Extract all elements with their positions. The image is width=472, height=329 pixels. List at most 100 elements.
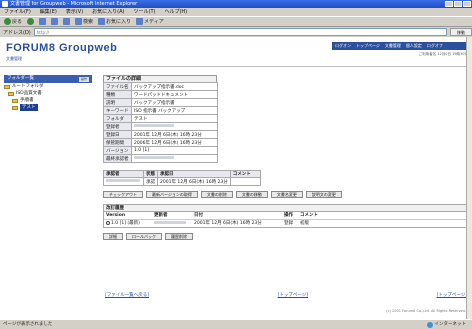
menu-tools[interactable]: ツール(T) <box>134 8 156 16</box>
delete-history-button[interactable]: 履歴削除 <box>165 233 193 240</box>
history-detail-button[interactable]: 詳細 <box>103 233 123 240</box>
delete-doc-button[interactable]: 文書の削除 <box>200 191 233 198</box>
search-icon <box>75 18 83 25</box>
approval-header-approver: 承認者 <box>103 170 144 178</box>
status-bar: ページが表示されました インターネット <box>0 319 472 329</box>
history-comment: 初版 <box>298 218 466 227</box>
nav-logon[interactable]: ログオン <box>335 42 351 50</box>
home-button[interactable] <box>63 18 71 25</box>
detail-label: ファイル名 <box>103 82 132 91</box>
copyright: (c) 2001 Forum8 Co.,Ltd. All Rights Rese… <box>386 309 466 313</box>
globe-icon <box>426 322 433 328</box>
redacted-name <box>154 220 186 224</box>
vertical-scrollbar[interactable] <box>466 37 472 319</box>
detail-value <box>131 154 218 163</box>
detail-table: ファイル名 バックアップ指示書.doc 種類 ワードパッドドキュメント 説明 バックアップ… <box>103 82 218 163</box>
detail-row: 最終承認者 <box>103 154 218 163</box>
history-header-date: 日付 <box>194 213 203 219</box>
detail-value: ISO 指示書 バックアップ <box>131 106 218 115</box>
redacted-name <box>134 124 174 127</box>
folder-procedures[interactable]: 手順書 <box>4 97 92 104</box>
history-date: 2001年 12月 6日(木) 16時 23分 <box>192 218 282 227</box>
address-input[interactable]: http:// <box>33 28 447 36</box>
app-brand: FORUM8 Groupweb <box>6 42 118 54</box>
history-row[interactable]: 1.0 [1] (最新) 2001年 12月 6日(木) 16時 23分 登録 … <box>104 218 466 227</box>
folder-iso[interactable]: ISO品質文書 <box>4 90 92 97</box>
detail-label: キーワード <box>103 106 132 115</box>
approval-approver <box>103 177 144 186</box>
minimize-button[interactable] <box>445 1 453 7</box>
history-version[interactable]: 1.0 [1] (最新) <box>104 218 152 227</box>
media-button[interactable]: メディア <box>136 18 164 25</box>
detail-label: 登録日 <box>103 130 132 139</box>
search-button[interactable]: 検索 <box>75 18 93 25</box>
menu-view[interactable]: 表示(V) <box>66 8 83 16</box>
detail-value: 2001年 12月 6日(木) 16時 23分 <box>131 130 218 139</box>
detail-value: テスト <box>131 114 218 123</box>
folder-icon <box>8 91 14 96</box>
top-page-link-right[interactable]: [トップページ] <box>437 292 467 298</box>
refresh-button[interactable] <box>51 18 59 25</box>
nav-docs[interactable]: 文書管理 <box>385 42 401 50</box>
nav-settings[interactable]: 個人設定 <box>406 42 422 50</box>
folder-ops-button[interactable]: 操作 <box>79 76 89 82</box>
rename-doc-button[interactable]: 文書名変更 <box>270 191 303 198</box>
detail-row: 登録者 <box>103 122 218 131</box>
menu-favorites[interactable]: お気に入り(A) <box>92 8 124 16</box>
detail-label: 説明 <box>103 98 132 107</box>
detail-row: キーワード ISO 指示書 バックアップ <box>103 106 218 115</box>
detail-label: バージョン <box>103 146 132 155</box>
approval-table: 承認者 状態 承認日 コメント 承認 2001年 12月 6日(木) 16時 2… <box>103 170 261 186</box>
favorites-button[interactable]: お気に入り <box>98 18 131 25</box>
detail-row: 種類 ワードパッドドキュメント <box>103 90 218 99</box>
top-nav: ログオン トップページ 文書管理 個人設定 ログオフ <box>332 42 472 50</box>
history-op: 登録 <box>282 218 298 227</box>
move-doc-button[interactable]: 文書の移動 <box>235 191 268 198</box>
edit-desc-button[interactable]: 説明文の変更 <box>305 191 342 198</box>
folder-sidebar: フォルダ一覧 操作 ルートフォルダ ISO品質文書 手順書 テスト <box>4 75 92 111</box>
detail-label: 登録者 <box>103 122 132 131</box>
approval-header-date: 承認日 <box>157 170 231 178</box>
menubar: ファイル(F) 編集(E) 表示(V) お気に入り(A) ツール(T) ヘルプ(… <box>0 8 472 16</box>
action-buttons: チェックアウト 最新バージョンの取得 文書の削除 文書の移動 文書名変更 説明文… <box>103 191 467 198</box>
revision-history: 改訂履歴 Version 更新者 日付 操作 コメント 1.0 [1] (最新)… <box>103 204 467 228</box>
menu-file[interactable]: ファイル(F) <box>4 8 31 16</box>
menu-edit[interactable]: 編集(E) <box>40 8 57 16</box>
folder-list-header: フォルダ一覧 操作 <box>4 75 92 83</box>
maximize-button[interactable] <box>454 1 462 7</box>
detail-label: 保管期間 <box>103 138 132 147</box>
go-button[interactable]: 移動 <box>450 28 472 36</box>
detail-value: ワードパッドドキュメント <box>131 90 218 99</box>
menu-help[interactable]: ヘルプ(H) <box>164 8 187 16</box>
close-button[interactable] <box>463 1 471 7</box>
address-label: アドレス(D) <box>3 29 31 36</box>
forward-button[interactable] <box>27 18 35 25</box>
back-arrow-icon <box>4 18 11 25</box>
folder-root[interactable]: ルートフォルダ <box>4 83 92 90</box>
rollback-button[interactable]: ロールバック <box>126 233 162 240</box>
main-panel: ファイルの詳細 ファイル名 バックアップ指示書.doc 種類 ワードパッドドキュメント… <box>103 75 467 240</box>
back-to-list-link[interactable]: [ファイル一覧へ戻る] <box>105 292 149 298</box>
star-icon <box>98 18 106 25</box>
security-zone: インターネット <box>426 320 466 329</box>
approval-status: 承認 <box>143 177 158 186</box>
user-info: ご利用者名 12月0日 19時30分 <box>418 52 468 56</box>
nav-top[interactable]: トップページ <box>356 42 380 50</box>
address-bar: アドレス(D) http:// 移動 <box>0 27 472 37</box>
app-header: FORUM8 Groupweb 文書管理 ログオン トップページ 文書管理 個人… <box>0 37 472 67</box>
footer-links: [ファイル一覧へ戻る] [トップページ] [トップページ] <box>105 292 467 298</box>
checkout-button[interactable]: チェックアウト <box>103 191 143 198</box>
window-title: 文書管理 for Groupweb - Microsoft Internet E… <box>10 1 138 7</box>
top-page-link[interactable]: [トップページ] <box>278 292 308 298</box>
home-icon <box>63 18 71 25</box>
detail-row: 説明 バックアップ指示書 <box>103 98 218 107</box>
folder-test[interactable]: テスト <box>4 104 92 111</box>
nav-logoff[interactable]: ログオフ <box>427 42 443 50</box>
version-radio[interactable] <box>106 220 110 225</box>
history-header-comment: コメント <box>300 213 318 219</box>
stop-button[interactable] <box>39 18 47 25</box>
stop-icon <box>39 18 47 25</box>
back-button[interactable]: 戻る <box>4 18 22 25</box>
history-header-op: 操作 <box>284 213 293 219</box>
get-latest-button[interactable]: 最新バージョンの取得 <box>146 191 198 198</box>
